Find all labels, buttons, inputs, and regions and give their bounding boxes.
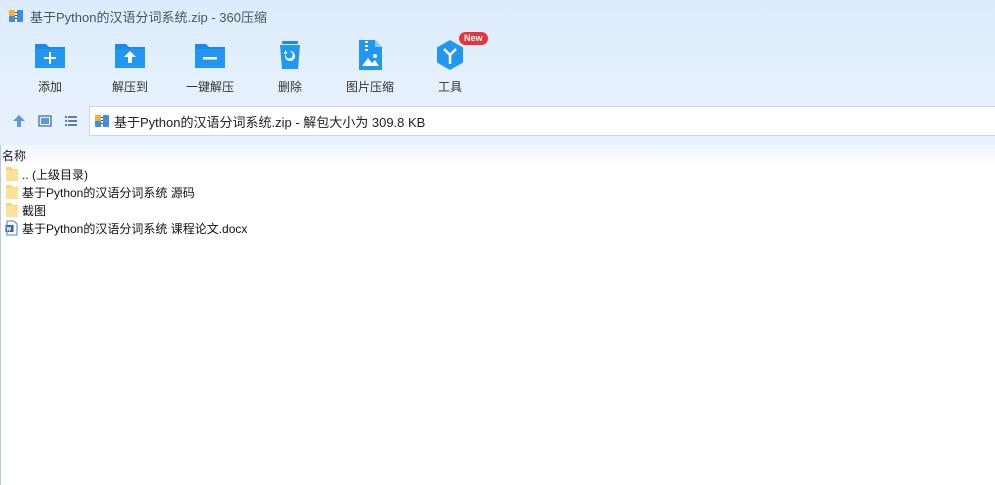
list-view-button[interactable] (58, 108, 84, 134)
zip-archive-icon (95, 115, 109, 127)
zip-archive-icon (9, 10, 23, 22)
folder-extract-icon (115, 44, 145, 68)
folder-icon (6, 167, 18, 181)
arrow-up-icon (13, 115, 25, 127)
image-compress-icon (359, 40, 382, 70)
list-item-label: .. (上级目录) (22, 167, 88, 182)
address-bar[interactable]: 基于Python的汉语分词系统.zip - 解包大小为 309.8 KB (89, 106, 995, 136)
add-button-label: 添加 (37, 80, 62, 94)
archive-window: 基于Python的汉语分词系统.zip - 360压缩 添加 解压到 一键解压 … (0, 0, 995, 485)
list-item-label: 截图 (22, 203, 47, 218)
image-compress-button[interactable]: 图片压缩 (330, 36, 410, 100)
list-item-source-folder[interactable]: 基于Python的汉语分词系统 源码 (1, 183, 995, 201)
list-item-parent-dir[interactable]: .. (上级目录) (1, 165, 995, 183)
folder-icon (6, 203, 18, 217)
thumbnail-view-icon (38, 115, 52, 127)
extract-to-button[interactable]: 解压到 (90, 36, 170, 100)
window-title: 基于Python的汉语分词系统.zip - 360压缩 (30, 9, 267, 25)
extract-to-button-label: 解压到 (111, 80, 148, 94)
thumbnail-view-button[interactable] (32, 108, 58, 134)
folder-add-icon (35, 44, 65, 68)
tools-button[interactable]: New 工具 (410, 32, 490, 100)
column-header-name[interactable]: 名称 (1, 145, 995, 165)
quick-extract-button[interactable]: 一键解压 (170, 36, 250, 100)
delete-button[interactable]: 删除 (250, 36, 330, 100)
delete-button-label: 删除 (277, 80, 302, 94)
word-document-icon (5, 220, 18, 236)
address-text: 基于Python的汉语分词系统.zip - 解包大小为 309.8 KB (114, 114, 426, 130)
main-toolbar: 添加 解压到 一键解压 删除 图片压缩 New 工具 (10, 32, 490, 100)
add-button[interactable]: 添加 (10, 36, 90, 100)
folder-quick-extract-icon (195, 44, 225, 68)
tools-button-label: 工具 (437, 80, 462, 94)
image-compress-button-label: 图片压缩 (345, 80, 394, 94)
window-chrome: 基于Python的汉语分词系统.zip - 360压缩 添加 解压到 一键解压 … (0, 0, 995, 145)
list-item-label: 基于Python的汉语分词系统 源码 (22, 185, 195, 200)
list-item-label: 基于Python的汉语分词系统 课程论文.docx (22, 221, 248, 236)
quick-extract-button-label: 一键解压 (185, 80, 234, 94)
new-badge: New (459, 32, 488, 45)
recycle-bin-icon (280, 41, 300, 69)
file-list: 名称 .. (上级目录) 基于Python的汉语分词系统 源码 截图 基于Pyt… (0, 145, 995, 485)
column-header-label: 名称 (2, 148, 27, 163)
list-item-docx-file[interactable]: 基于Python的汉语分词系统 课程论文.docx (1, 219, 995, 237)
folder-icon (6, 185, 18, 199)
navigation-bar: 基于Python的汉语分词系统.zip - 解包大小为 309.8 KB (0, 106, 995, 136)
list-item-screenshots-folder[interactable]: 截图 (1, 201, 995, 219)
up-button[interactable] (6, 108, 32, 134)
list-view-icon (65, 116, 77, 126)
nav-buttons (0, 108, 88, 134)
title-bar: 基于Python的汉语分词系统.zip - 360压缩 (0, 0, 995, 32)
